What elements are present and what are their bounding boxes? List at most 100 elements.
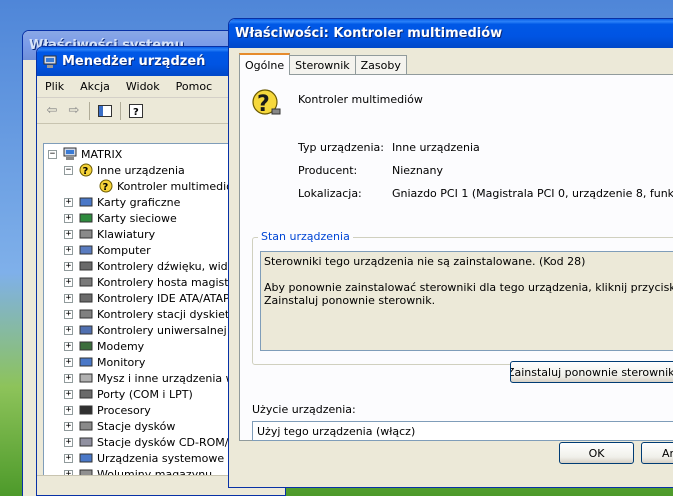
reinstall-driver-button[interactable]: Zainstaluj ponownie sterownik...: [510, 361, 673, 383]
tab-resources[interactable]: Zasoby: [354, 55, 407, 75]
menu-view[interactable]: Widok: [118, 80, 168, 93]
modems-icon: [79, 341, 93, 351]
tree-item-label: Karty sieciowe: [97, 211, 177, 225]
tree-item-label: Kontrolery IDE ATA/ATAPI: [97, 291, 229, 305]
tree-item-ports[interactable]: + Porty (COM i LPT): [64, 386, 193, 402]
tree-item-graphics-cards[interactable]: + Karty graficzne: [64, 194, 180, 210]
cancel-button[interactable]: Anuluj: [641, 442, 673, 464]
unknown-device-large-icon: ?: [252, 89, 281, 117]
ok-button[interactable]: OK: [559, 442, 634, 464]
floppy-controllers-icon: [79, 309, 93, 319]
tree-item-label: Procesory: [97, 403, 151, 417]
expand-icon[interactable]: +: [64, 197, 73, 207]
computer-icon: [63, 147, 77, 160]
tree-item-processors[interactable]: + Procesory: [64, 402, 151, 418]
collapse-icon[interactable]: −: [48, 149, 57, 159]
expand-icon[interactable]: +: [64, 213, 73, 223]
device-tree[interactable]: − MATRIX − ? Inne urządzenia ? Kontroler…: [43, 143, 229, 495]
back-arrow-icon[interactable]: ⇦: [41, 101, 63, 121]
cdrom-drives-icon: [79, 437, 93, 447]
expand-icon[interactable]: +: [64, 373, 73, 383]
system-devices-icon: [79, 453, 93, 463]
svg-text:?: ?: [133, 107, 139, 118]
expand-icon[interactable]: +: [64, 453, 73, 463]
graphics-cards-icon: [79, 197, 93, 207]
tree-item-label: Porty (COM i LPT): [97, 387, 193, 401]
device-type-label: Typ urządzenia:: [298, 141, 385, 154]
general-tab-panel: ? Kontroler multimediów Typ urządzenia: …: [239, 74, 673, 441]
device-status-textbox[interactable]: Sterowniki tego urządzenia nie są zainst…: [260, 251, 673, 351]
tree-other-devices[interactable]: − ? Inne urządzenia: [64, 162, 185, 178]
collapse-icon[interactable]: −: [64, 165, 73, 175]
keyboards-icon: [79, 229, 93, 239]
expand-icon[interactable]: +: [64, 245, 73, 255]
tree-item-network-cards[interactable]: + Karty sieciowe: [64, 210, 177, 226]
tree-item-mice[interactable]: + Mysz i inne urządzenia wsk: [64, 370, 228, 386]
tree-item-computer[interactable]: + Komputer: [64, 242, 151, 258]
device-name: Kontroler multimediów: [298, 93, 423, 106]
svg-text:?: ?: [83, 166, 89, 177]
expand-icon[interactable]: +: [64, 293, 73, 303]
tree-item-modems[interactable]: + Modemy: [64, 338, 144, 354]
tree-item-label: Kontrolery hosta magistra: [97, 275, 229, 289]
tree-root[interactable]: − MATRIX: [48, 146, 122, 162]
expand-icon[interactable]: +: [64, 341, 73, 351]
svg-text:?: ?: [103, 182, 109, 193]
tree-item-label: Kontrolery dźwięku, wideo: [97, 259, 229, 273]
menu-help[interactable]: Pomoc: [168, 80, 220, 93]
disk-drives-icon: [79, 421, 93, 431]
unknown-device-icon: ?: [79, 163, 93, 177]
status-line-2: Aby ponownie zainstalować sterowniki dla…: [264, 281, 673, 294]
expand-icon[interactable]: +: [64, 325, 73, 335]
tree-item-ide-controllers[interactable]: + Kontrolery IDE ATA/ATAPI: [64, 290, 229, 306]
tree-unknown-device-label: Kontroler multimediów: [117, 179, 228, 193]
help-icon[interactable]: ?: [125, 101, 147, 121]
toolbar-separator: [89, 101, 90, 120]
expand-icon[interactable]: +: [64, 229, 73, 239]
tree-item-label: Mysz i inne urządzenia wsk: [97, 371, 228, 385]
tree-item-host-bus-controllers[interactable]: + Kontrolery hosta magistra: [64, 274, 229, 290]
tree-item-label: Karty graficzne: [97, 195, 181, 209]
unknown-device-icon: ?: [99, 179, 113, 193]
expand-icon[interactable]: +: [64, 261, 73, 271]
processors-icon: [79, 405, 93, 415]
tree-unknown-device[interactable]: ? Kontroler multimediów: [99, 178, 228, 194]
expand-icon[interactable]: +: [64, 309, 73, 319]
tab-general[interactable]: Ogólne: [239, 53, 291, 75]
tree-item-label: Stacje dysków: [97, 419, 176, 433]
expand-icon[interactable]: +: [64, 277, 73, 287]
tree-item-monitors[interactable]: + Monitory: [64, 354, 145, 370]
toolbar-separator-2: [120, 101, 121, 120]
device-usage-select[interactable]: Użyj tego urządzenia (włącz): [252, 421, 673, 441]
expand-icon[interactable]: +: [64, 389, 73, 399]
forward-arrow-icon[interactable]: ⇨: [63, 101, 85, 121]
tree-root-label: MATRIX: [81, 147, 123, 161]
device-usage-value: Użyj tego urządzenia (włącz): [257, 425, 416, 438]
expand-icon[interactable]: +: [64, 421, 73, 431]
menu-file[interactable]: Plik: [37, 80, 72, 93]
monitors-icon: [79, 357, 93, 367]
tree-item-label: Klawiatury: [97, 227, 156, 241]
ide-controllers-icon: [79, 293, 93, 303]
manufacturer-label: Producent:: [298, 164, 358, 177]
tree-item-disk-drives[interactable]: + Stacje dysków: [64, 418, 175, 434]
tree-item-label: Komputer: [97, 243, 151, 257]
expand-icon[interactable]: +: [64, 357, 73, 367]
menu-action[interactable]: Akcja: [72, 80, 118, 93]
properties-titlebar[interactable]: Właściwości: Kontroler multimediów: [229, 19, 673, 48]
device-usage-label: Użycie urządzenia:: [252, 403, 356, 416]
expand-icon[interactable]: +: [64, 437, 73, 447]
expand-icon[interactable]: +: [64, 405, 73, 415]
tree-item-system-devices[interactable]: + Urządzenia systemowe: [64, 450, 224, 466]
properties-dialog[interactable]: Właściwości: Kontroler multimediów Ogóln…: [228, 18, 673, 488]
console-tree-icon[interactable]: [94, 101, 116, 121]
tab-driver[interactable]: Sterownik: [289, 55, 356, 75]
tree-item-keyboards[interactable]: + Klawiatury: [64, 226, 155, 242]
tree-item-cdrom-drives[interactable]: + Stacje dysków CD-ROM/D: [64, 434, 228, 450]
svg-text:?: ?: [257, 92, 270, 117]
tree-item-sound-controllers[interactable]: + Kontrolery dźwięku, wideo: [64, 258, 229, 274]
host-bus-controllers-icon: [79, 277, 93, 287]
tree-item-label: Monitory: [97, 355, 146, 369]
tree-item-usb-controllers[interactable]: + Kontrolery uniwersalnej m: [64, 322, 228, 338]
tree-item-floppy-controllers[interactable]: + Kontrolery stacji dyskietek: [64, 306, 228, 322]
